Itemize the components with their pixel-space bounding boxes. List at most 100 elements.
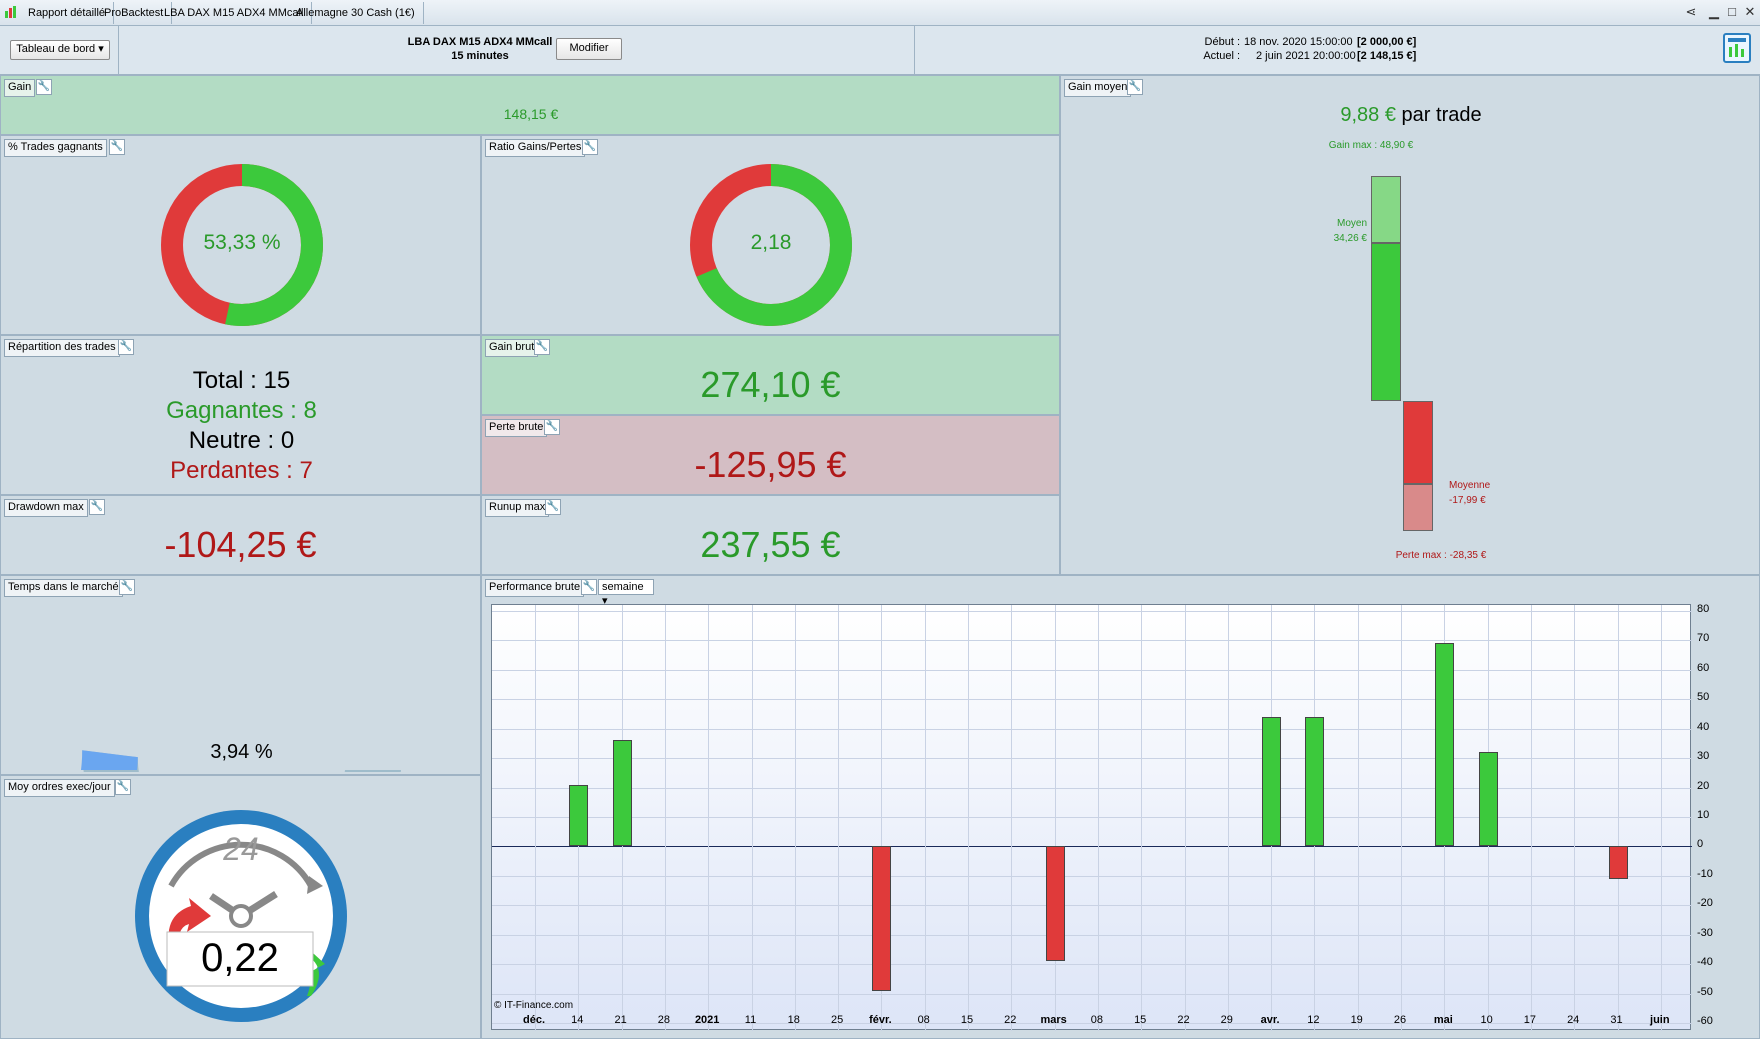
x-tick-label: 2021 [694, 1014, 720, 1026]
y-gridline [492, 640, 1692, 642]
performance-bar [1478, 752, 1498, 847]
performance-bar [1262, 716, 1282, 847]
gross-loss-panel: Perte brute 🔧 -125,95 € [481, 415, 1060, 495]
x-tick-label: févr. [869, 1014, 892, 1026]
win-trades-value: 53,33 % [203, 231, 281, 254]
current-capital: [2 148,15 €] [1357, 50, 1417, 62]
wrench-icon[interactable]: 🔧 [581, 579, 597, 595]
wrench-icon[interactable]: 🔧 [582, 139, 598, 155]
y-tick-label: 50 [1697, 691, 1710, 704]
y-tick-label: 40 [1697, 720, 1710, 733]
y-gridline [492, 817, 1692, 818]
x-gridline [1617, 605, 1619, 1031]
x-gridline [1184, 605, 1186, 1031]
app-icon [4, 5, 18, 19]
x-tick-label: 22 [1177, 1014, 1190, 1026]
wrench-icon[interactable]: 🔧 [118, 339, 134, 355]
time-in-market-panel: Temps dans le marché 🔧 3,94 % [0, 575, 481, 775]
y-gridline [492, 905, 1692, 907]
y-gridline [492, 669, 1692, 671]
y-tick-label: 10 [1697, 809, 1710, 821]
x-tick-label: 14 [571, 1014, 584, 1026]
strategy-name: LBA DAX M15 ADX4 MMcall [407, 36, 553, 48]
x-gridline [1530, 605, 1532, 1031]
x-gridline [708, 605, 710, 1031]
x-tick-label: 15 [1134, 1014, 1147, 1026]
losers-row: Perdantes : 7 [170, 457, 313, 484]
y-axis: 80 70 60 50 40 30 20 10 0 -10 -20 -30 -40 -50 -60 [1691, 603, 1751, 1030]
avg-gain-bars [1061, 76, 1760, 576]
performance-bar [1435, 643, 1455, 847]
win-trades-panel: % Trades gagnants 🔧 53,33 % [0, 135, 481, 335]
performance-panel: Performance brute 🔧 semaine ▾ 80 70 60 50 40… [481, 575, 1760, 1039]
x-tick-label: 21 [614, 1014, 627, 1026]
x-tick-label: 26 [1393, 1014, 1407, 1026]
gross-gain-label: Gain brut [485, 339, 539, 357]
share-icon[interactable]: ⋖ [1683, 4, 1699, 20]
y-gridline [492, 758, 1692, 760]
avg-gain-panel: Gain moyen 🔧 9,88 € par trade Gain max :… [1060, 75, 1760, 575]
y-tick-label: -50 [1697, 985, 1713, 998]
x-tick-label: 31 [1610, 1014, 1623, 1026]
x-gridline [1660, 605, 1662, 1031]
performance-bar [569, 784, 589, 847]
close-icon[interactable]: ✕ [1742, 4, 1758, 20]
performance-bar [1045, 846, 1065, 962]
chevron-down-icon: ▾ [98, 43, 104, 55]
ratio-label: Ratio Gains/Pertes [485, 139, 586, 157]
dashboard-select-label: Tableau de bord [16, 43, 96, 55]
maximize-icon[interactable]: □ [1724, 4, 1740, 20]
time-in-market-value: 3,94 % [210, 741, 273, 763]
x-tick-label: 25 [830, 1014, 844, 1026]
y-gridline [492, 875, 1692, 877]
x-tick-label: 18 [787, 1014, 800, 1026]
drawdown-value: -104,25 € [164, 524, 317, 565]
x-gridline [1401, 605, 1402, 1031]
wrench-icon[interactable]: 🔧 [534, 339, 550, 355]
export-report-icon[interactable] [1723, 33, 1753, 65]
timeframe: 15 minutes [451, 50, 509, 62]
dashboard-select[interactable]: Tableau de bord ▾ [10, 40, 110, 60]
performance-bar [1305, 716, 1325, 847]
orders-per-day-label: Moy ordres exec/jour [4, 779, 115, 797]
tab-instrument[interactable]: Allemagne 30 Cash (1€) [288, 2, 424, 24]
y-tick-label: 30 [1697, 750, 1710, 763]
tab-bar: Rapport détaillé ProBacktest LBA DAX M15… [0, 0, 1760, 26]
x-tick-label: 29 [1220, 1014, 1233, 1026]
x-tick-label: 08 [1090, 1014, 1104, 1026]
copyright: © IT-Finance.com [494, 1000, 574, 1011]
wrench-icon[interactable]: 🔧 [119, 579, 135, 595]
y-tick-label: 20 [1697, 779, 1710, 792]
minimize-icon[interactable]: ▁ [1706, 4, 1722, 20]
start-capital: [2 000,00 €] [1357, 36, 1417, 48]
gross-loss-label: Perte brute [485, 419, 548, 437]
ratio-value: 2,18 [750, 231, 792, 254]
period-select[interactable]: semaine ▾ [598, 579, 654, 607]
modify-button[interactable]: Modifier [556, 38, 622, 60]
avg-loss-bar [1403, 401, 1433, 484]
clock-hours: 24 [223, 831, 259, 867]
x-tick-label: 10 [1480, 1014, 1493, 1026]
period-select-label: semaine [602, 581, 644, 593]
start-label: Début : [1204, 36, 1240, 48]
wrench-icon[interactable]: 🔧 [109, 139, 125, 155]
x-gridline [1141, 605, 1143, 1031]
wrench-icon[interactable]: 🔧 [544, 419, 560, 435]
performance-bar [872, 846, 892, 991]
performance-label: Performance brute [485, 579, 585, 597]
wrench-icon[interactable]: 🔧 [545, 499, 561, 515]
x-tick-label: 12 [1307, 1014, 1320, 1026]
x-tick-label: déc. [522, 1014, 545, 1026]
x-tick-label: 08 [917, 1014, 930, 1026]
gross-gain-value: 274,10 € [700, 364, 841, 405]
y-tick-label: -60 [1697, 1015, 1713, 1027]
report-header: Tableau de bord ▾ LBA DAX M15 ADX4 MMcal… [0, 26, 1760, 75]
y-tick-label: -30 [1697, 926, 1713, 939]
orders-per-day-panel: Moy ordres exec/jour 🔧 24 0,22 [0, 775, 481, 1039]
x-tick-label: 17 [1523, 1014, 1537, 1026]
gross-loss-value: -125,95 € [694, 444, 847, 485]
wrench-icon[interactable]: 🔧 [115, 779, 131, 795]
wrench-icon[interactable]: 🔧 [36, 79, 52, 95]
wrench-icon[interactable]: 🔧 [89, 499, 105, 515]
avg-win-bar [1371, 243, 1401, 401]
